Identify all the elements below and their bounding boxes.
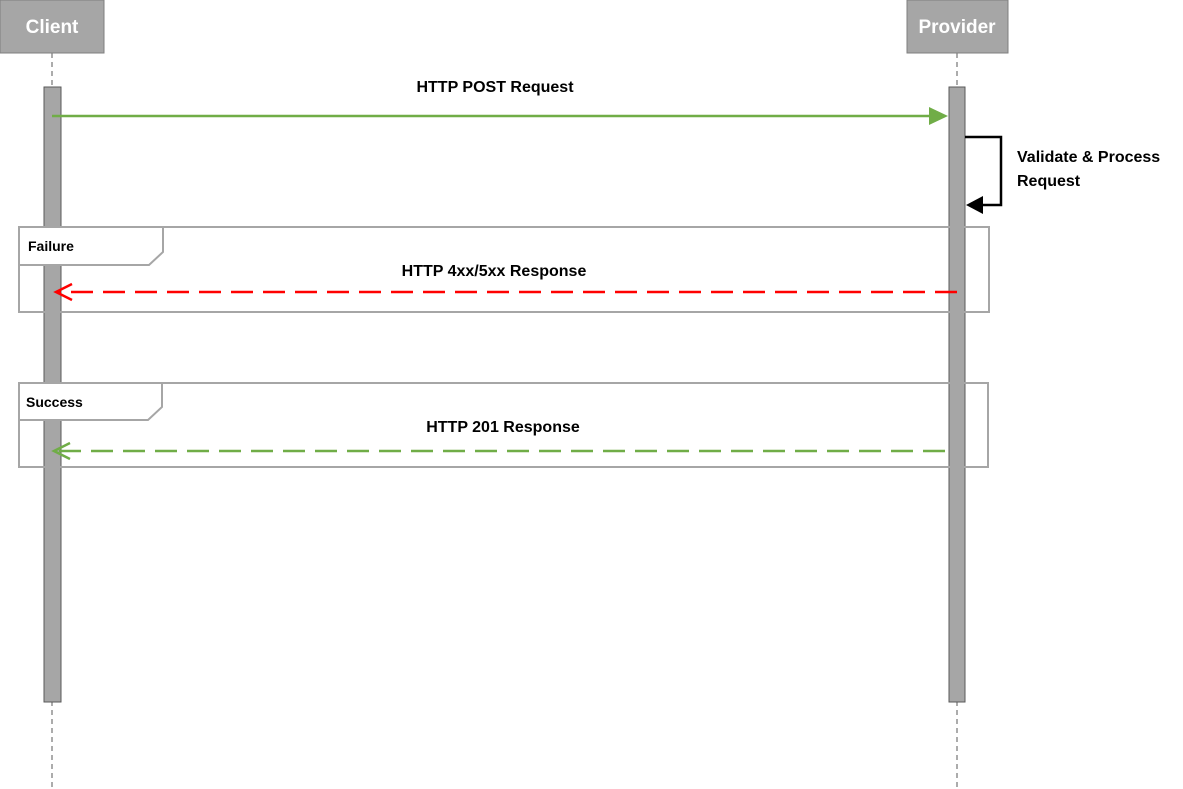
provider-participant: Provider — [906, 0, 1009, 54]
success-response-label: HTTP 201 Response — [426, 419, 580, 436]
client-participant: Client — [0, 0, 105, 54]
request-message-label: HTTP POST Request — [416, 79, 574, 96]
self-call-line — [965, 135, 1003, 207]
self-call-label-line2: Request — [1017, 173, 1081, 190]
request-arrowhead — [929, 107, 948, 125]
failure-response-label: HTTP 4xx/5xx Response — [402, 263, 587, 280]
self-call-arrowhead — [966, 196, 983, 214]
failure-frame-label: Failure — [28, 238, 74, 254]
provider-participant-label: Provider — [918, 17, 996, 38]
self-call-label: Validate & Process Request — [1017, 149, 1165, 190]
sequence-diagram: Client Provider HTTP POST Request Valida… — [0, 0, 1165, 789]
success-frame-label: Success — [26, 394, 83, 410]
client-participant-label: Client — [26, 17, 79, 38]
provider-activation-bar — [948, 86, 966, 703]
self-call-label-line1: Validate & Process — [1017, 149, 1160, 166]
